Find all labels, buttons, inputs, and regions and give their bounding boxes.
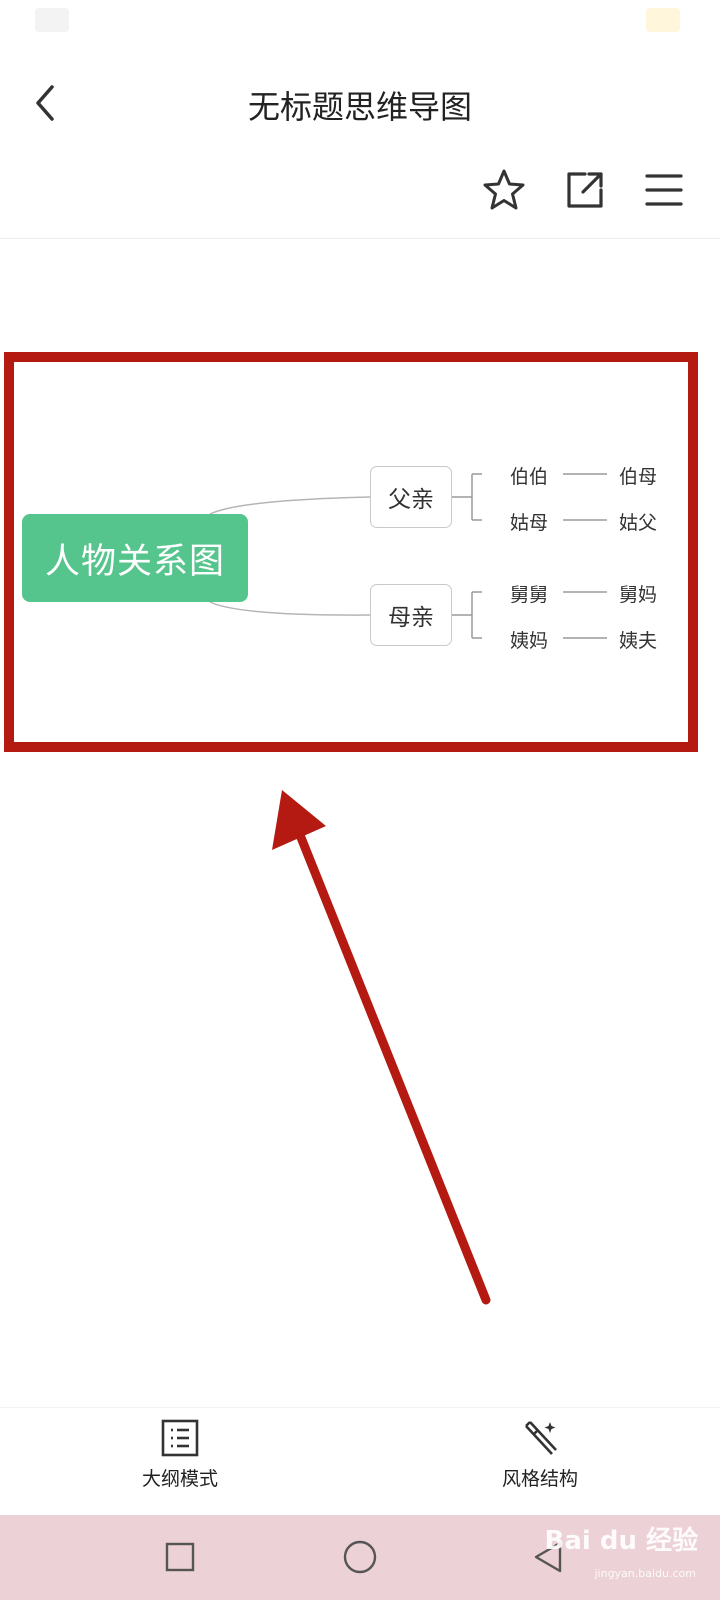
- outline-icon: [161, 1419, 199, 1457]
- annotation-arrow: [272, 790, 491, 1305]
- style-structure-label: 风格结构: [501, 1468, 578, 1490]
- watermark-brand: Bai du 经验: [544, 1526, 699, 1556]
- style-structure-button[interactable]: 风格结构: [460, 1418, 620, 1508]
- recents-button[interactable]: [160, 1537, 200, 1577]
- circle-icon: [343, 1540, 377, 1574]
- outline-mode-button[interactable]: 大纲模式: [100, 1418, 260, 1508]
- magic-wand-icon: [525, 1421, 557, 1455]
- bottom-toolbar: 大纲模式 风格结构: [0, 1407, 720, 1516]
- home-button[interactable]: [340, 1537, 380, 1577]
- square-icon: [165, 1542, 195, 1572]
- watermark-url: jingyan.baidu.com: [594, 1567, 696, 1580]
- outline-mode-label: 大纲模式: [141, 1468, 218, 1490]
